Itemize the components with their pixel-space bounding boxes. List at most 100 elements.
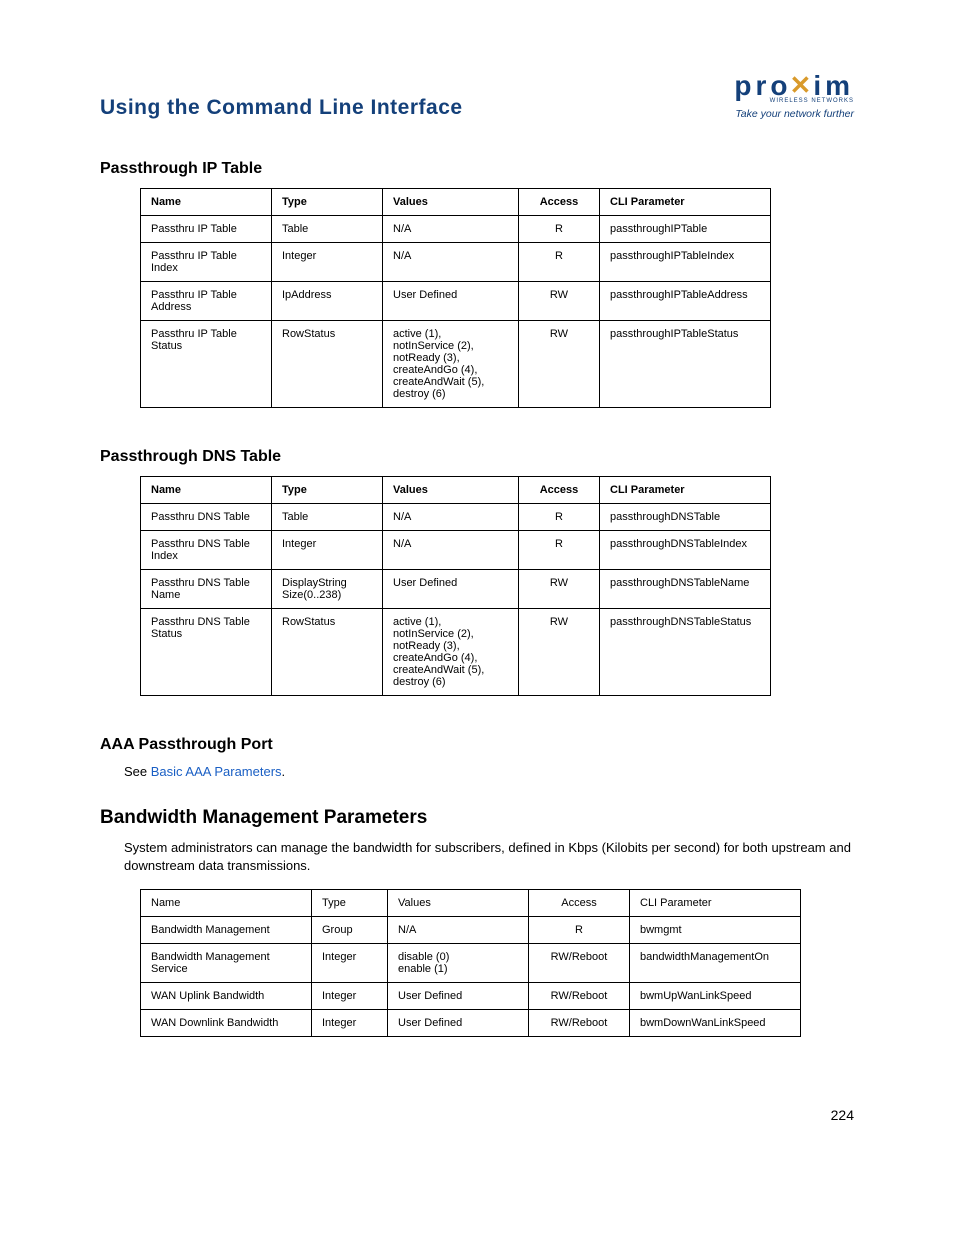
cell-values: disable (0) enable (1)	[388, 944, 529, 983]
cell-name: Passthru IP Table Status	[141, 321, 272, 408]
col-name: Name	[141, 189, 272, 216]
cell-cli: passthroughDNSTable	[600, 504, 771, 531]
cell-name: Passthru IP Table Address	[141, 282, 272, 321]
cell-access: R	[519, 243, 600, 282]
cell-access: R	[519, 504, 600, 531]
cell-cli: passthroughIPTableStatus	[600, 321, 771, 408]
aaa-passthrough-heading: AAA Passthrough Port	[100, 736, 854, 754]
cell-values: User Defined	[388, 1010, 529, 1037]
col-name: Name	[141, 890, 312, 917]
cell-cli: bwmgmt	[630, 917, 801, 944]
cell-access: RW/Reboot	[529, 944, 630, 983]
basic-aaa-link[interactable]: Basic AAA Parameters	[151, 764, 282, 779]
cell-name: Bandwidth Management Service	[141, 944, 312, 983]
col-access: Access	[519, 189, 600, 216]
cell-cli: passthroughDNSTableStatus	[600, 609, 771, 696]
col-name: Name	[141, 477, 272, 504]
cell-name: Passthru IP Table	[141, 216, 272, 243]
cell-type: Integer	[272, 531, 383, 570]
see-dot: .	[282, 764, 286, 779]
table-row: Passthru IP Table Address IpAddress User…	[141, 282, 771, 321]
cell-type: Table	[272, 216, 383, 243]
cell-values: N/A	[383, 504, 519, 531]
cell-cli: passthroughDNSTableName	[600, 570, 771, 609]
table-row: Passthru DNS Table Table N/A R passthrou…	[141, 504, 771, 531]
cell-cli: bwmUpWanLinkSpeed	[630, 983, 801, 1010]
cell-type: Integer	[312, 983, 388, 1010]
col-values: Values	[388, 890, 529, 917]
cell-name: Passthru IP Table Index	[141, 243, 272, 282]
cell-values: User Defined	[383, 282, 519, 321]
col-access: Access	[529, 890, 630, 917]
cell-values: N/A	[383, 216, 519, 243]
cell-values: active (1), notInService (2), notReady (…	[383, 321, 519, 408]
bandwidth-table: Name Type Values Access CLI Parameter Ba…	[140, 889, 801, 1037]
col-cli: CLI Parameter	[600, 189, 771, 216]
cell-type: RowStatus	[272, 321, 383, 408]
cell-name: Passthru DNS Table Name	[141, 570, 272, 609]
col-type: Type	[272, 477, 383, 504]
table-row: WAN Downlink Bandwidth Integer User Defi…	[141, 1010, 801, 1037]
col-type: Type	[272, 189, 383, 216]
cell-access: R	[529, 917, 630, 944]
cell-cli: bwmDownWanLinkSpeed	[630, 1010, 801, 1037]
table-row: Passthru IP Table Status RowStatus activ…	[141, 321, 771, 408]
col-values: Values	[383, 189, 519, 216]
col-access: Access	[519, 477, 600, 504]
cell-name: WAN Downlink Bandwidth	[141, 1010, 312, 1037]
col-type: Type	[312, 890, 388, 917]
cell-cli: passthroughDNSTableIndex	[600, 531, 771, 570]
col-cli: CLI Parameter	[600, 477, 771, 504]
cell-type: IpAddress	[272, 282, 383, 321]
logo-x-icon: ✕	[790, 70, 816, 101]
cell-values: User Defined	[383, 570, 519, 609]
col-values: Values	[383, 477, 519, 504]
cell-values: User Defined	[388, 983, 529, 1010]
cell-name: WAN Uplink Bandwidth	[141, 983, 312, 1010]
page-header: Using the Command Line Interface pro✕im …	[100, 70, 854, 120]
passthrough-ip-heading: Passthrough IP Table	[100, 160, 854, 178]
cell-type: Group	[312, 917, 388, 944]
cell-name: Passthru DNS Table Status	[141, 609, 272, 696]
table-row: Bandwidth Management Group N/A R bwmgmt	[141, 917, 801, 944]
cell-type: DisplayString Size(0..238)	[272, 570, 383, 609]
cell-access: RW	[519, 570, 600, 609]
bandwidth-heading: Bandwidth Management Parameters	[100, 807, 854, 829]
cell-type: Integer	[312, 1010, 388, 1037]
cell-values: active (1), notInService (2), notReady (…	[383, 609, 519, 696]
table-row: Passthru DNS Table Name DisplayString Si…	[141, 570, 771, 609]
cell-name: Passthru DNS Table	[141, 504, 272, 531]
cell-access: RW	[519, 321, 600, 408]
cell-values: N/A	[383, 531, 519, 570]
logo-tagline: Take your network further	[735, 108, 854, 120]
page-number: 224	[100, 1107, 854, 1123]
cell-type: Integer	[312, 944, 388, 983]
cell-type: RowStatus	[272, 609, 383, 696]
cell-access: RW	[519, 282, 600, 321]
passthrough-dns-heading: Passthrough DNS Table	[100, 448, 854, 466]
bandwidth-description: System administrators can manage the ban…	[124, 839, 854, 875]
cell-type: Table	[272, 504, 383, 531]
cell-cli: passthroughIPTableIndex	[600, 243, 771, 282]
table-row: Passthru IP Table Table N/A R passthroug…	[141, 216, 771, 243]
cell-access: RW/Reboot	[529, 983, 630, 1010]
see-reference: See Basic AAA Parameters.	[124, 764, 854, 779]
table-row: Bandwidth Management Service Integer dis…	[141, 944, 801, 983]
cell-values: N/A	[388, 917, 529, 944]
passthrough-ip-table: Name Type Values Access CLI Parameter Pa…	[140, 188, 771, 408]
chapter-title: Using the Command Line Interface	[100, 96, 463, 120]
cell-access: RW/Reboot	[529, 1010, 630, 1037]
cell-cli: passthroughIPTable	[600, 216, 771, 243]
cell-access: RW	[519, 609, 600, 696]
logo-block: pro✕im WIRELESS NETWORKS Take your netwo…	[734, 70, 854, 120]
col-cli: CLI Parameter	[630, 890, 801, 917]
passthrough-dns-table: Name Type Values Access CLI Parameter Pa…	[140, 476, 771, 696]
cell-name: Passthru DNS Table Index	[141, 531, 272, 570]
table-header-row: Name Type Values Access CLI Parameter	[141, 477, 771, 504]
cell-values: N/A	[383, 243, 519, 282]
cell-access: R	[519, 216, 600, 243]
table-header-row: Name Type Values Access CLI Parameter	[141, 189, 771, 216]
cell-type: Integer	[272, 243, 383, 282]
table-header-row: Name Type Values Access CLI Parameter	[141, 890, 801, 917]
cell-cli: bandwidthManagementOn	[630, 944, 801, 983]
